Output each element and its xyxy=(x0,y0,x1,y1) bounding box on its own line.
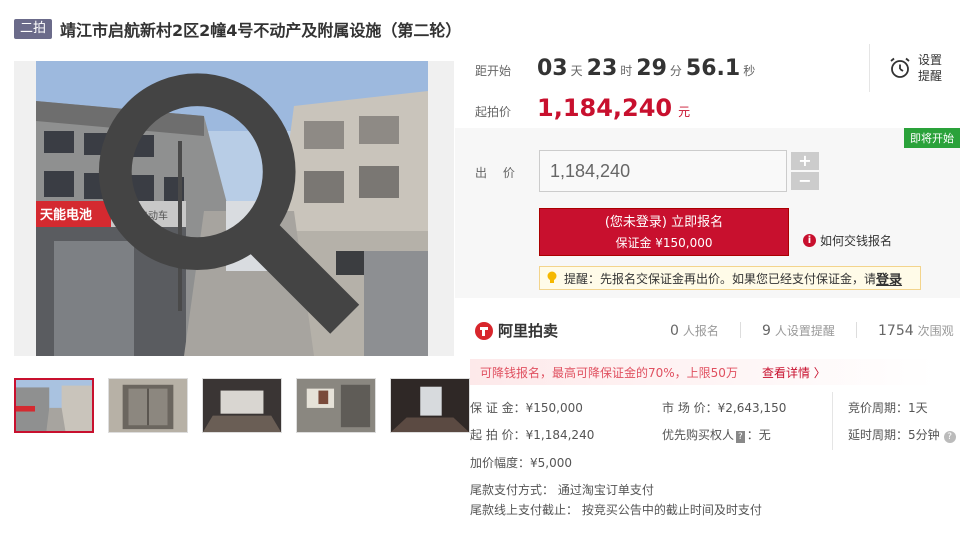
register-deposit-label: 保证金 ¥150,000 xyxy=(615,236,713,250)
bid-cycle-info: 竞价周期：1天 xyxy=(848,401,928,415)
auction-summary: 距开始 03 天 23 时 29 分 56.1 秒 起拍价 1,184,240 … xyxy=(455,40,966,128)
title-row: 二拍 靖江市启航新村2区2幢4号不动产及附属设施（第二轮） xyxy=(14,17,461,41)
thumbnail-3[interactable] xyxy=(202,378,282,433)
bid-area: 即将开始 出 价 1,184,240 + − (您未登录) 立即报名 保证金 ¥… xyxy=(455,128,960,298)
login-link[interactable]: 登录 xyxy=(876,269,902,288)
thumbnail-5[interactable] xyxy=(390,378,470,433)
alarm-clock-icon xyxy=(890,57,910,78)
countdown-minutes: 29 xyxy=(636,56,667,81)
views-stat: 1754 次围观 xyxy=(878,322,954,339)
registered-label: 人报名 xyxy=(682,324,719,338)
extension-cycle-info: 延时周期：5分钟? xyxy=(848,426,956,443)
countdown-days-unit: 天 xyxy=(570,64,583,78)
countdown-hours: 23 xyxy=(586,56,618,81)
ali-auction-logo: 阿里拍卖 xyxy=(474,320,558,341)
start-price-unit: 元 xyxy=(678,105,691,119)
countdown-label: 距开始 xyxy=(475,64,512,78)
howto-pay-link[interactable]: i 如何交钱报名 xyxy=(803,232,892,249)
round-badge: 二拍 xyxy=(14,19,53,39)
priority-buyer-info: 优先购买权人? ：无 xyxy=(662,426,771,443)
register-button-label: (您未登录) 立即报名 xyxy=(604,215,724,230)
decrease-bid-button[interactable]: − xyxy=(791,172,819,190)
increase-bid-button[interactable]: + xyxy=(791,152,819,170)
set-reminder-button[interactable]: 设置 提醒 xyxy=(868,44,942,92)
thumbnail-1[interactable] xyxy=(14,378,94,433)
countdown: 距开始 03 天 23 时 29 分 56.1 秒 xyxy=(475,56,759,81)
final-payment-deadline: 尾款线上支付截止： 按竞买公告中的截止时间及时支付 xyxy=(470,503,762,517)
reminder-line-1: 设置 xyxy=(917,53,942,67)
tip-text: 提醒：先报名交保证金再出价。如果您已经支付保证金，请 xyxy=(564,271,877,286)
priority-buyer-value: ：无 xyxy=(746,428,771,442)
countdown-seconds: 56.1 xyxy=(685,56,741,81)
thumbnail-image xyxy=(203,379,281,432)
stat-divider xyxy=(740,322,741,338)
reminder-line-2: 提醒 xyxy=(917,69,942,83)
promo-details-link[interactable]: 查看详情 〉 xyxy=(762,364,826,381)
increment-info: 加价幅度：¥5,000 xyxy=(470,456,572,470)
views-count: 1754 xyxy=(878,323,914,339)
priority-buyer-label: 优先购买权人 xyxy=(662,428,735,442)
extension-cycle-text: 延时周期：5分钟 xyxy=(848,428,940,442)
reminders-count: 9 xyxy=(762,323,771,339)
promo-text: 可降钱报名，最高可降保证金的70%，上限50万 xyxy=(480,365,738,380)
thumbnail-4[interactable] xyxy=(296,378,376,433)
countdown-seconds-unit: 秒 xyxy=(743,64,756,78)
thumbnail-image xyxy=(391,379,469,432)
info-icon: i xyxy=(803,234,816,247)
views-label: 次围观 xyxy=(917,324,954,338)
reminders-stat: 9 人设置提醒 xyxy=(762,322,835,339)
deposit-promo: 可降钱报名，最高可降保证金的70%，上限50万 查看详情 〉 xyxy=(470,359,936,385)
start-price: 起拍价 1,184,240 元 xyxy=(475,94,690,122)
info-divider xyxy=(832,392,833,450)
stat-divider xyxy=(856,322,857,338)
page-title: 靖江市启航新村2区2幢4号不动产及附属设施（第二轮） xyxy=(60,21,462,40)
howto-pay-label: 如何交钱报名 xyxy=(820,234,893,248)
start-price-info: 起 拍 价：¥1,184,240 xyxy=(470,428,595,442)
thumbnail-image xyxy=(16,380,92,431)
thumbnail-strip xyxy=(14,378,470,433)
thumbnail-image xyxy=(297,379,375,432)
bid-input[interactable]: 1,184,240 xyxy=(539,150,787,192)
register-button[interactable]: (您未登录) 立即报名 保证金 ¥150,000 xyxy=(539,208,789,256)
countdown-days: 03 xyxy=(537,56,568,81)
help-icon[interactable]: ? xyxy=(943,431,956,443)
lightbulb-icon xyxy=(547,271,557,283)
login-tip: 提醒：先报名交保证金再出价。如果您已经支付保证金，请 登录 xyxy=(539,266,921,290)
ali-auction-icon xyxy=(475,321,493,340)
start-price-label: 起拍价 xyxy=(475,105,512,119)
countdown-hours-unit: 时 xyxy=(620,64,633,78)
status-badge: 即将开始 xyxy=(904,128,960,148)
bid-stepper: + − xyxy=(791,152,819,192)
registered-stat: 0 人报名 xyxy=(670,322,719,339)
zoom-icon[interactable] xyxy=(14,61,450,352)
bid-label: 出 价 xyxy=(475,166,521,180)
final-payment-method: 尾款支付方式： 通过淘宝订单支付 xyxy=(470,483,654,497)
ali-auction-brand: 阿里拍卖 xyxy=(498,322,559,340)
reminders-label: 人设置提醒 xyxy=(774,324,835,338)
thumbnail-2[interactable] xyxy=(108,378,188,433)
main-photo[interactable]: 天能电池 精修电动车 xyxy=(14,61,454,356)
priority-buyer-help[interactable]: ? xyxy=(736,431,745,443)
thumbnail-image xyxy=(109,379,187,432)
deposit-info: 保 证 金：¥150,000 xyxy=(470,401,583,415)
countdown-minutes-unit: 分 xyxy=(669,64,682,78)
market-price-info: 市 场 价：¥2,643,150 xyxy=(662,401,787,415)
registered-count: 0 xyxy=(670,323,679,339)
start-price-value: 1,184,240 xyxy=(537,94,673,122)
